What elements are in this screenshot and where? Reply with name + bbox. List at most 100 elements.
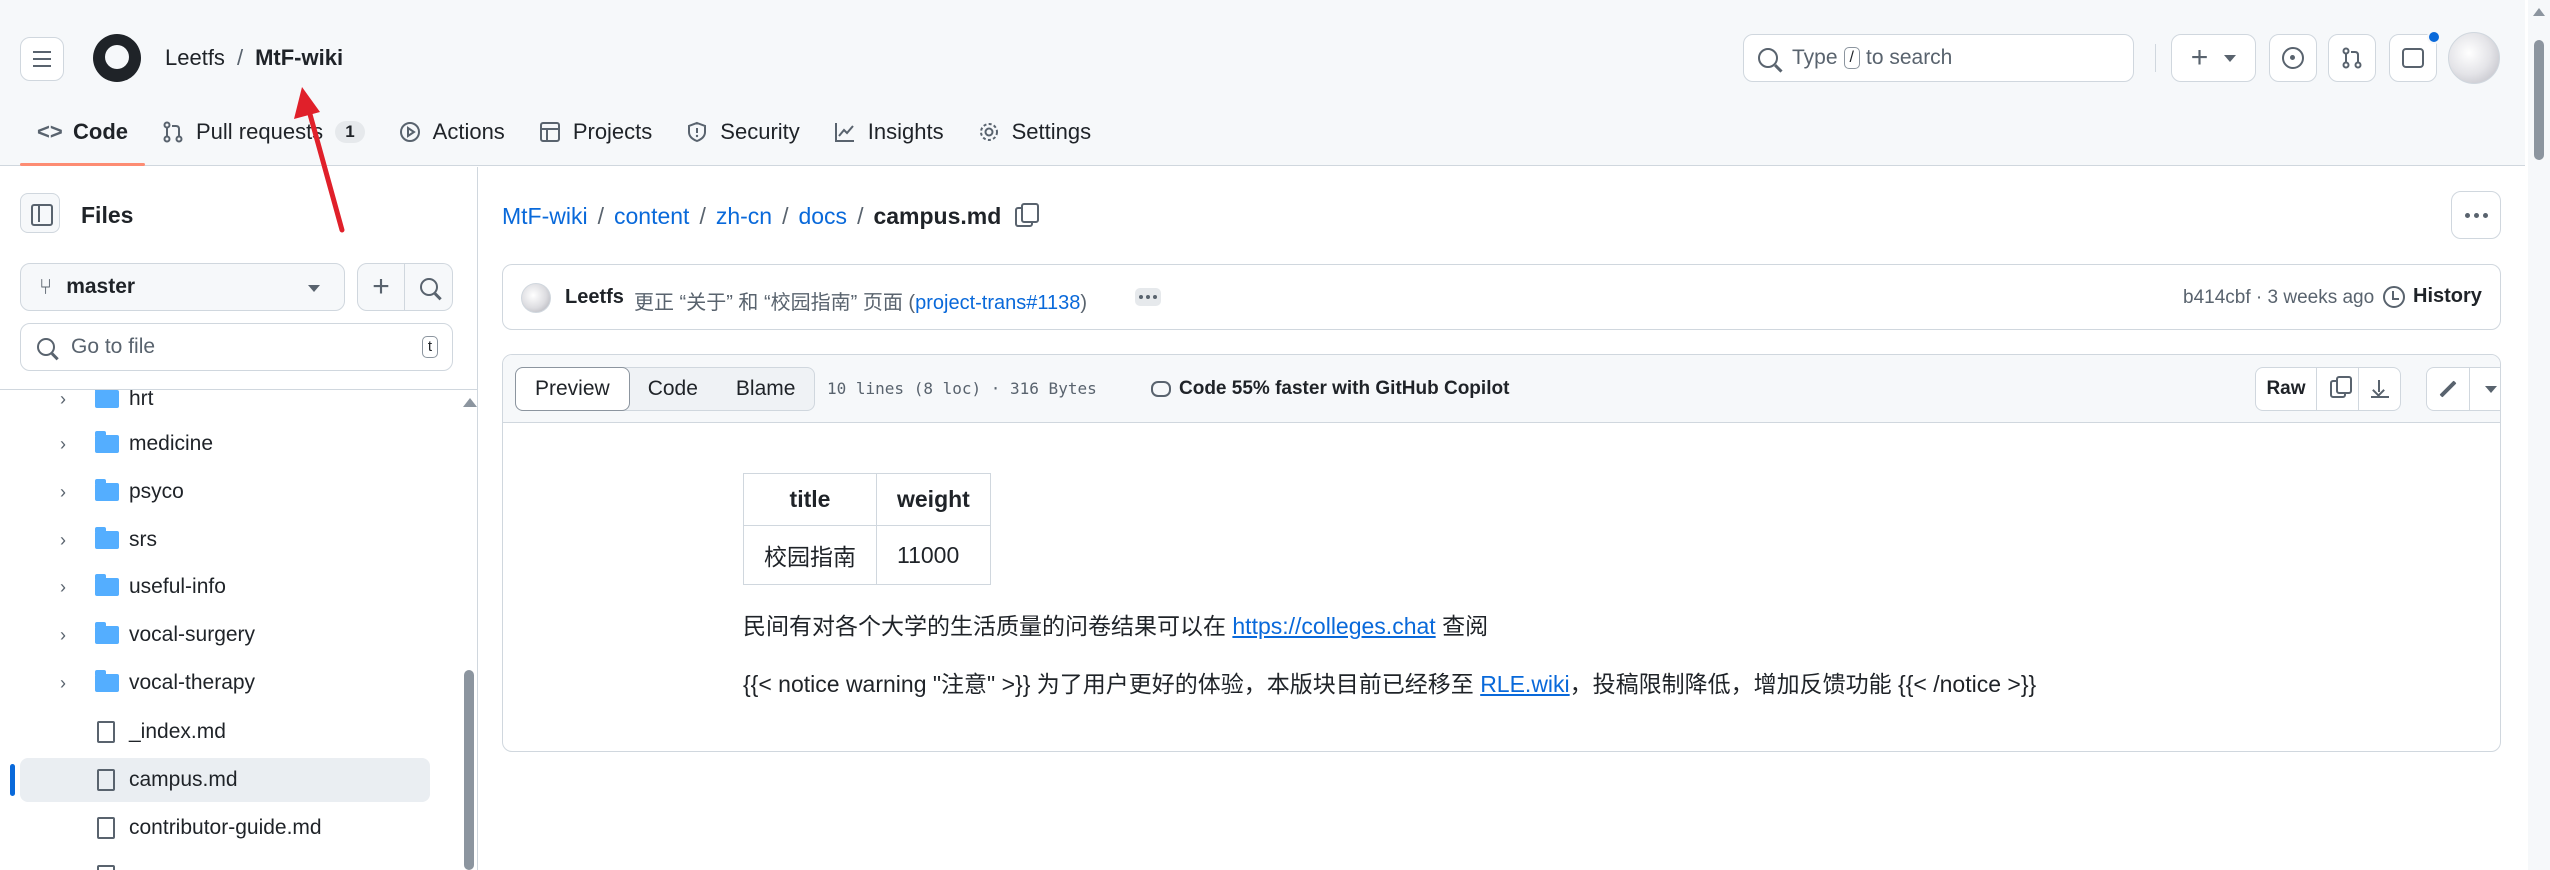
- download-raw-button[interactable]: [2358, 368, 2400, 410]
- scroll-up-arrow-icon[interactable]: [2533, 8, 2545, 16]
- global-header: Leetfs / MtF-wiki Type / to search + <> …: [0, 0, 2525, 166]
- tree-item-label: medicine: [129, 432, 214, 455]
- search-files-button[interactable]: [405, 263, 453, 311]
- add-file-button[interactable]: +: [357, 263, 405, 311]
- latest-commit-bar: Leetfs 更正 “关于” 和 “校园指南” 页面 (project-tran…: [502, 264, 2501, 330]
- hamburger-line-icon: [33, 51, 51, 53]
- tree-file-contributor-guide[interactable]: contributor-guide.md: [0, 806, 460, 850]
- search-icon: [1758, 48, 1778, 68]
- breadcrumb-link-docs[interactable]: docs: [798, 203, 847, 230]
- scrollbar-thumb[interactable]: [2534, 40, 2544, 160]
- tree-folder-srs[interactable]: › srs: [0, 518, 460, 562]
- page-scrollbar[interactable]: [2528, 0, 2550, 870]
- tree-folder-vocal-therapy[interactable]: › vocal-therapy: [0, 661, 460, 705]
- file-tree-sidebar: Files ⑂ master + Go to file t › hrt › me…: [0, 167, 478, 870]
- scrollbar-thumb[interactable]: [464, 670, 474, 870]
- tab-code[interactable]: <> Code: [20, 108, 145, 166]
- search-shortcut-key: /: [1843, 47, 1860, 69]
- tab-insights[interactable]: Insights: [817, 108, 961, 156]
- tree-file-partial[interactable]: [0, 854, 460, 870]
- global-search-input[interactable]: Type / to search: [1743, 34, 2134, 82]
- breadcrumb: MtF-wiki / content / zh-cn / docs / camp…: [502, 202, 1040, 230]
- more-options-button[interactable]: [2451, 191, 2501, 239]
- copy-path-icon[interactable]: [1015, 202, 1040, 227]
- chevron-right-icon: ›: [60, 672, 66, 693]
- tab-security[interactable]: Security: [669, 108, 816, 156]
- chevron-right-icon: ›: [60, 390, 66, 409]
- create-new-button[interactable]: +: [2171, 34, 2256, 82]
- paragraph-text: {{< notice warning "注意" >}} 为了用户更好的体验，本版…: [743, 671, 1481, 697]
- markdown-preview: title weight 校园指南 11000 民间有对各个大学的生活质量的问卷…: [743, 473, 2443, 699]
- collapse-sidebar-button[interactable]: [20, 193, 60, 233]
- tree-folder-hrt[interactable]: › hrt: [0, 390, 460, 421]
- colleges-chat-link[interactable]: https://colleges.chat: [1232, 613, 1435, 639]
- copy-raw-button[interactable]: [2316, 368, 2358, 410]
- go-to-file-input[interactable]: Go to file t: [20, 323, 453, 371]
- issues-button[interactable]: [2269, 34, 2317, 82]
- search-prefix-text: Type: [1792, 46, 1838, 69]
- blame-tab[interactable]: Blame: [717, 368, 815, 410]
- file-viewer: Preview Code Blame 10 lines (8 loc) · 31…: [502, 354, 2501, 752]
- graph-icon: [834, 123, 854, 142]
- tree-folder-psyco[interactable]: › psyco: [0, 470, 460, 514]
- kebab-dot-icon: [2464, 212, 2470, 218]
- tree-folder-vocal-surgery[interactable]: › vocal-surgery: [0, 613, 460, 657]
- breadcrumb-current-file: campus.md: [873, 203, 1002, 229]
- file-header: Preview Code Blame 10 lines (8 loc) · 31…: [503, 355, 2500, 423]
- github-logo-icon[interactable]: [93, 34, 141, 82]
- tree-folder-medicine[interactable]: › medicine: [0, 422, 460, 466]
- pull-requests-button[interactable]: [2328, 34, 2376, 82]
- raw-button[interactable]: Raw: [2256, 368, 2316, 410]
- preview-tab[interactable]: Preview: [515, 367, 630, 411]
- tab-actions[interactable]: Actions: [382, 108, 522, 156]
- edit-file-button[interactable]: [2427, 368, 2469, 410]
- scroll-up-arrow-icon[interactable]: [463, 398, 477, 407]
- file-tree: › hrt › medicine › psyco › srs › useful-…: [0, 390, 460, 870]
- breadcrumb-link-repo[interactable]: MtF-wiki: [502, 203, 588, 230]
- commit-message[interactable]: 更正 “关于” 和 “校园指南” 页面 (project-trans#1138): [634, 286, 1087, 315]
- copy-icon: [2329, 376, 2352, 398]
- edit-options-button[interactable]: [2469, 368, 2500, 410]
- tree-file-campus[interactable]: campus.md: [0, 758, 460, 802]
- folder-icon: [95, 670, 119, 692]
- chevron-down-icon: [308, 285, 320, 292]
- paragraph-survey: 民间有对各个大学的生活质量的问卷结果可以在 https://colleges.c…: [743, 607, 2443, 641]
- file-icon: [97, 721, 115, 743]
- ellipsis-dot-icon: [1153, 295, 1157, 299]
- chevron-right-icon: ›: [60, 576, 66, 597]
- tree-file-index[interactable]: _index.md: [0, 710, 460, 754]
- commit-author-avatar[interactable]: [521, 283, 551, 313]
- branch-select-button[interactable]: ⑂ master: [20, 263, 345, 311]
- tab-settings[interactable]: Settings: [961, 108, 1109, 156]
- notification-dot: [2427, 30, 2441, 44]
- sidebar-scrollbar[interactable]: [461, 390, 477, 870]
- repo-name-link[interactable]: MtF-wiki: [255, 45, 343, 71]
- rle-wiki-link[interactable]: RLE.wiki: [1480, 671, 1569, 697]
- breadcrumb-separator: /: [597, 203, 604, 229]
- commit-author-link[interactable]: Leetfs: [565, 286, 624, 309]
- chevron-right-icon: ›: [60, 433, 66, 454]
- selected-row-indicator: [10, 764, 15, 796]
- tab-projects[interactable]: Projects: [522, 108, 669, 156]
- tree-item-label: vocal-therapy: [129, 671, 256, 694]
- history-button[interactable]: History: [2383, 285, 2482, 308]
- user-avatar[interactable]: [2448, 32, 2500, 84]
- tab-label: Insights: [867, 119, 944, 144]
- search-icon: [419, 278, 438, 296]
- breadcrumb-link-zh-cn[interactable]: zh-cn: [716, 203, 772, 230]
- expand-commit-message-button[interactable]: [1135, 288, 1161, 306]
- chevron-right-icon: ›: [60, 481, 66, 502]
- commit-pr-link[interactable]: project-trans#1138: [915, 292, 1080, 314]
- history-label: History: [2413, 285, 2482, 307]
- tree-folder-useful-info[interactable]: › useful-info: [0, 565, 460, 609]
- repo-owner-link[interactable]: Leetfs: [165, 45, 225, 71]
- paragraph-text: 查阅: [1435, 613, 1489, 639]
- paragraph-text: 民间有对各个大学的生活质量的问卷结果可以在: [743, 613, 1233, 639]
- copilot-promo-link[interactable]: Code 55% faster with GitHub Copilot: [1151, 378, 1509, 400]
- breadcrumb-link-content[interactable]: content: [614, 203, 689, 230]
- menu-button[interactable]: [20, 37, 64, 81]
- commit-sha-and-date[interactable]: b414cbf · 3 weeks ago: [2183, 287, 2374, 309]
- code-view-tab[interactable]: Code: [629, 368, 717, 410]
- ellipsis-dot-icon: [1146, 295, 1150, 299]
- tree-item-label: campus.md: [129, 768, 238, 791]
